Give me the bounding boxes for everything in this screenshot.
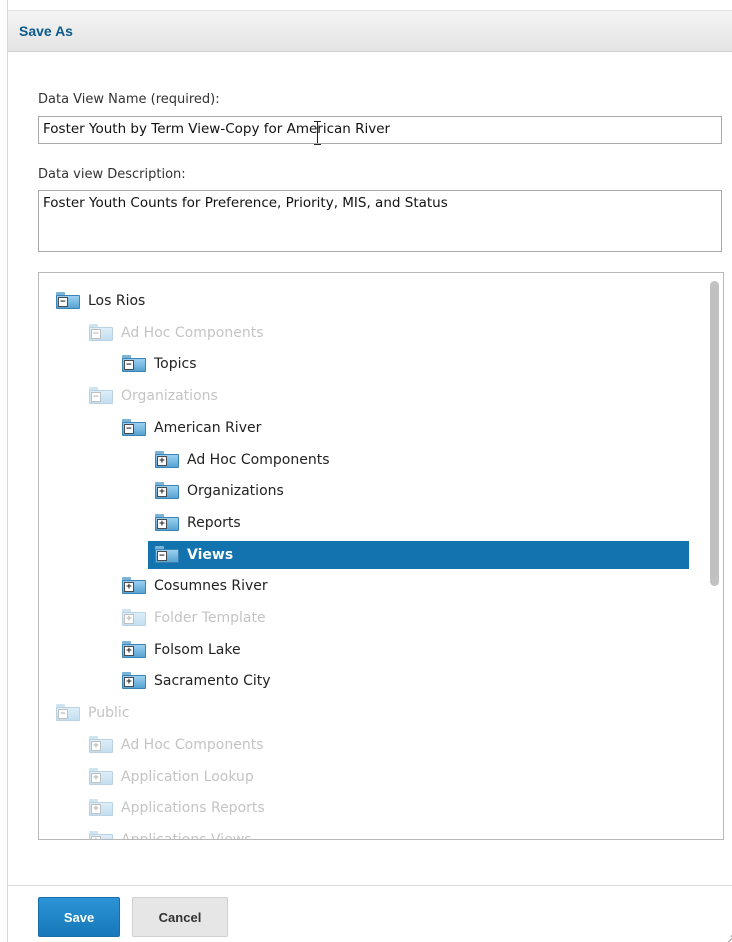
folder-expand-icon[interactable]: + bbox=[121, 577, 147, 595]
tree-item[interactable]: + Ad Hoc Components bbox=[154, 446, 329, 474]
tree-item-label: Ad Hoc Components bbox=[187, 451, 330, 468]
folder-expand-icon[interactable]: + bbox=[121, 672, 147, 690]
tree-item[interactable]: + Folder Template bbox=[121, 604, 266, 632]
folder-collapse-icon[interactable]: − bbox=[55, 704, 81, 722]
tree-item-label: Topics bbox=[154, 356, 197, 373]
tree-item-label: Sacramento City bbox=[154, 673, 271, 690]
folder-expand-icon[interactable]: + bbox=[88, 735, 114, 754]
tree-item-label: Los Rios bbox=[88, 293, 146, 309]
data-view-name-input[interactable]: Foster Youth by Term View-Copy for Ameri… bbox=[38, 116, 722, 144]
tree-item-label: Cosumnes River bbox=[154, 578, 268, 595]
dialog-title: Save As bbox=[19, 23, 73, 39]
tree-item-label: Reports bbox=[187, 514, 241, 531]
data-view-description-label: Data view Description: bbox=[38, 167, 186, 182]
tree-item-label: Organizations bbox=[187, 483, 284, 500]
tree-item[interactable]: − Organizations bbox=[88, 382, 218, 410]
folder-expand-icon[interactable]: + bbox=[154, 513, 180, 532]
tree-scrollbar[interactable] bbox=[707, 275, 721, 837]
folder-collapse-icon[interactable]: − bbox=[88, 323, 114, 342]
tree-item[interactable]: − Los Rios bbox=[55, 287, 145, 315]
tree-item[interactable]: + Reports bbox=[154, 509, 241, 537]
dialog-title-bar[interactable]: Save As bbox=[8, 10, 732, 52]
tree-item-label: Applications Reports bbox=[121, 800, 265, 817]
folder-collapse-icon[interactable]: − bbox=[121, 418, 147, 437]
tree-item-label: Ad Hoc Components bbox=[121, 736, 264, 753]
data-view-name-label: Data View Name (required): bbox=[38, 92, 220, 107]
folder-expand-icon[interactable]: + bbox=[154, 482, 180, 500]
data-view-description-input[interactable]: Foster Youth Counts for Preference, Prio… bbox=[38, 190, 722, 252]
tree-item-label: Organizations bbox=[121, 388, 218, 405]
tree-item-label: Application Lookup bbox=[121, 768, 254, 785]
folder-expand-icon[interactable]: + bbox=[88, 767, 114, 786]
tree-item[interactable]: + Folsom Lake bbox=[121, 636, 241, 664]
text-cursor-icon bbox=[314, 121, 322, 145]
tree-item[interactable]: − Topics bbox=[121, 350, 197, 378]
tree-item[interactable]: + Organizations bbox=[154, 477, 284, 505]
tree-item-label: Views bbox=[187, 546, 234, 563]
tree-item-selected[interactable]: − Views bbox=[148, 540, 689, 569]
tree-item[interactable]: + Ad Hoc Components bbox=[88, 731, 263, 759]
tree-item[interactable]: − Ad Hoc Components bbox=[88, 319, 263, 347]
tree-item-label: Folder Template bbox=[154, 610, 266, 626]
tree-item[interactable]: + Applications Reports bbox=[88, 794, 265, 822]
folder-expand-icon[interactable]: + bbox=[154, 450, 180, 469]
folder-tree[interactable]: − Los Rios − Ad Hoc Components − Topics − Organ… bbox=[38, 272, 724, 840]
tree-scrollbar-thumb[interactable] bbox=[710, 281, 719, 586]
folder-expand-icon[interactable]: + bbox=[121, 640, 147, 659]
tree-item[interactable]: + Application Lookup bbox=[88, 763, 254, 791]
tree-item[interactable]: + Applications Views bbox=[88, 826, 252, 840]
folder-expand-icon[interactable]: + bbox=[88, 830, 114, 839]
folder-collapse-icon[interactable]: − bbox=[154, 545, 180, 564]
tree-item[interactable]: − American River bbox=[121, 414, 261, 442]
folder-collapse-icon[interactable]: − bbox=[55, 292, 81, 310]
tree-item-label: Ad Hoc Components bbox=[121, 324, 264, 341]
tree-item[interactable]: + Sacramento City bbox=[121, 667, 271, 695]
folder-collapse-icon[interactable]: − bbox=[121, 355, 147, 373]
resize-grip-icon[interactable] bbox=[724, 926, 732, 938]
folder-expand-icon[interactable]: + bbox=[121, 609, 147, 627]
folder-expand-icon[interactable]: + bbox=[88, 799, 114, 817]
folder-collapse-icon[interactable]: − bbox=[88, 387, 114, 405]
save-as-dialog: Save As Data View Name (required): Foste… bbox=[7, 0, 732, 942]
tree-item[interactable]: + Cosumnes River bbox=[121, 572, 268, 600]
footer-divider bbox=[8, 885, 732, 886]
tree-item-label: Folsom Lake bbox=[154, 641, 241, 658]
tree-item-label: American River bbox=[154, 419, 262, 436]
save-button[interactable]: Save bbox=[38, 897, 120, 937]
tree-item-label: Applications Views bbox=[121, 831, 252, 840]
tree-item-label: Public bbox=[88, 705, 130, 722]
tree-item[interactable]: − Public bbox=[55, 699, 129, 727]
cancel-button[interactable]: Cancel bbox=[132, 897, 228, 937]
